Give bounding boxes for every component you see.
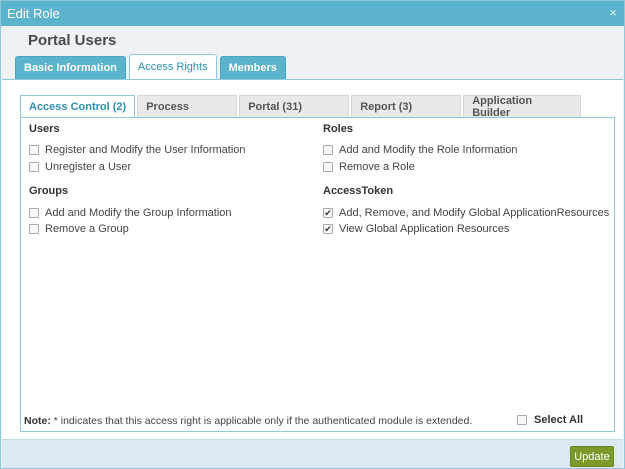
checkbox-row[interactable]: Register and Modify the User Information (29, 144, 246, 156)
checkbox-row[interactable]: Unregister a User (29, 161, 131, 173)
checkbox[interactable]: ✔ (323, 224, 333, 234)
select-all-label: Select All (534, 414, 584, 426)
note-text: Note: * indicates that this access right… (24, 415, 472, 427)
dialog-footer (2, 439, 623, 468)
update-button[interactable]: Update (570, 446, 614, 467)
dialog-titlebar: Edit Role × (1, 1, 624, 26)
note-prefix: Note: (24, 415, 51, 427)
checkbox-label: Add, Remove, and Modify Global Applicati… (339, 207, 610, 219)
tab-portal[interactable]: Portal (31) (239, 95, 350, 117)
checkbox-label: Add and Modify the Group Information (45, 207, 232, 219)
checkbox-row[interactable]: Add and Modify the Role Information (323, 144, 518, 156)
checkbox-row[interactable]: Add and Modify the Group Information (29, 207, 232, 219)
edit-role-dialog: Edit Role × Portal Users Basic Informati… (0, 0, 625, 469)
tab-report[interactable]: Report (3) (351, 95, 462, 117)
checkbox-label: Add and Modify the Role Information (339, 144, 518, 156)
tab-access-control[interactable]: Access Control (2) (20, 95, 136, 118)
checkbox-label: Remove a Group (45, 223, 129, 235)
section-title-groups: Groups (29, 185, 69, 197)
tab-basic-information[interactable]: Basic Information (15, 56, 126, 79)
checkbox-label: View Global Application Resources (339, 223, 510, 235)
inner-tab-bar: Access Control (2) Process Portal (31) R… (20, 95, 582, 119)
checkbox-row[interactable]: Remove a Group (29, 223, 129, 235)
section-title-users: Users (29, 123, 60, 135)
note-body: * indicates that this access right is ap… (50, 415, 473, 427)
outer-tab-bar: Basic Information Access Rights Members (15, 54, 286, 79)
checkbox-row[interactable]: ✔ Add, Remove, and Modify Global Applica… (323, 207, 609, 219)
select-all-toggle[interactable]: Select All (517, 414, 583, 426)
checkbox-label: Unregister a User (45, 161, 132, 173)
checkbox[interactable] (323, 162, 333, 172)
checkbox-row[interactable]: ✔ View Global Application Resources (323, 223, 509, 235)
checkbox[interactable] (29, 224, 39, 234)
tab-access-rights[interactable]: Access Rights (128, 54, 217, 79)
section-title-roles: Roles (323, 123, 353, 135)
checkbox-label: Remove a Role (339, 161, 415, 173)
checkbox-label: Register and Modify the User Information (45, 144, 246, 156)
tab-members[interactable]: Members (219, 56, 286, 79)
checkbox[interactable]: ✔ (323, 208, 333, 218)
select-all-checkbox[interactable] (517, 415, 527, 425)
checkbox-row[interactable]: Remove a Role (323, 161, 415, 173)
section-title-access-token: AccessToken (323, 185, 394, 197)
close-icon[interactable]: × (607, 6, 619, 19)
page-title: Portal Users (28, 32, 117, 49)
checkbox[interactable] (29, 162, 39, 172)
checkbox[interactable] (29, 145, 39, 155)
tab-process[interactable]: Process (137, 95, 238, 117)
checkbox[interactable] (29, 208, 39, 218)
dialog-title: Edit Role (7, 6, 60, 21)
checkbox[interactable] (323, 145, 333, 155)
tab-application-builder[interactable]: Application Builder (463, 95, 582, 119)
